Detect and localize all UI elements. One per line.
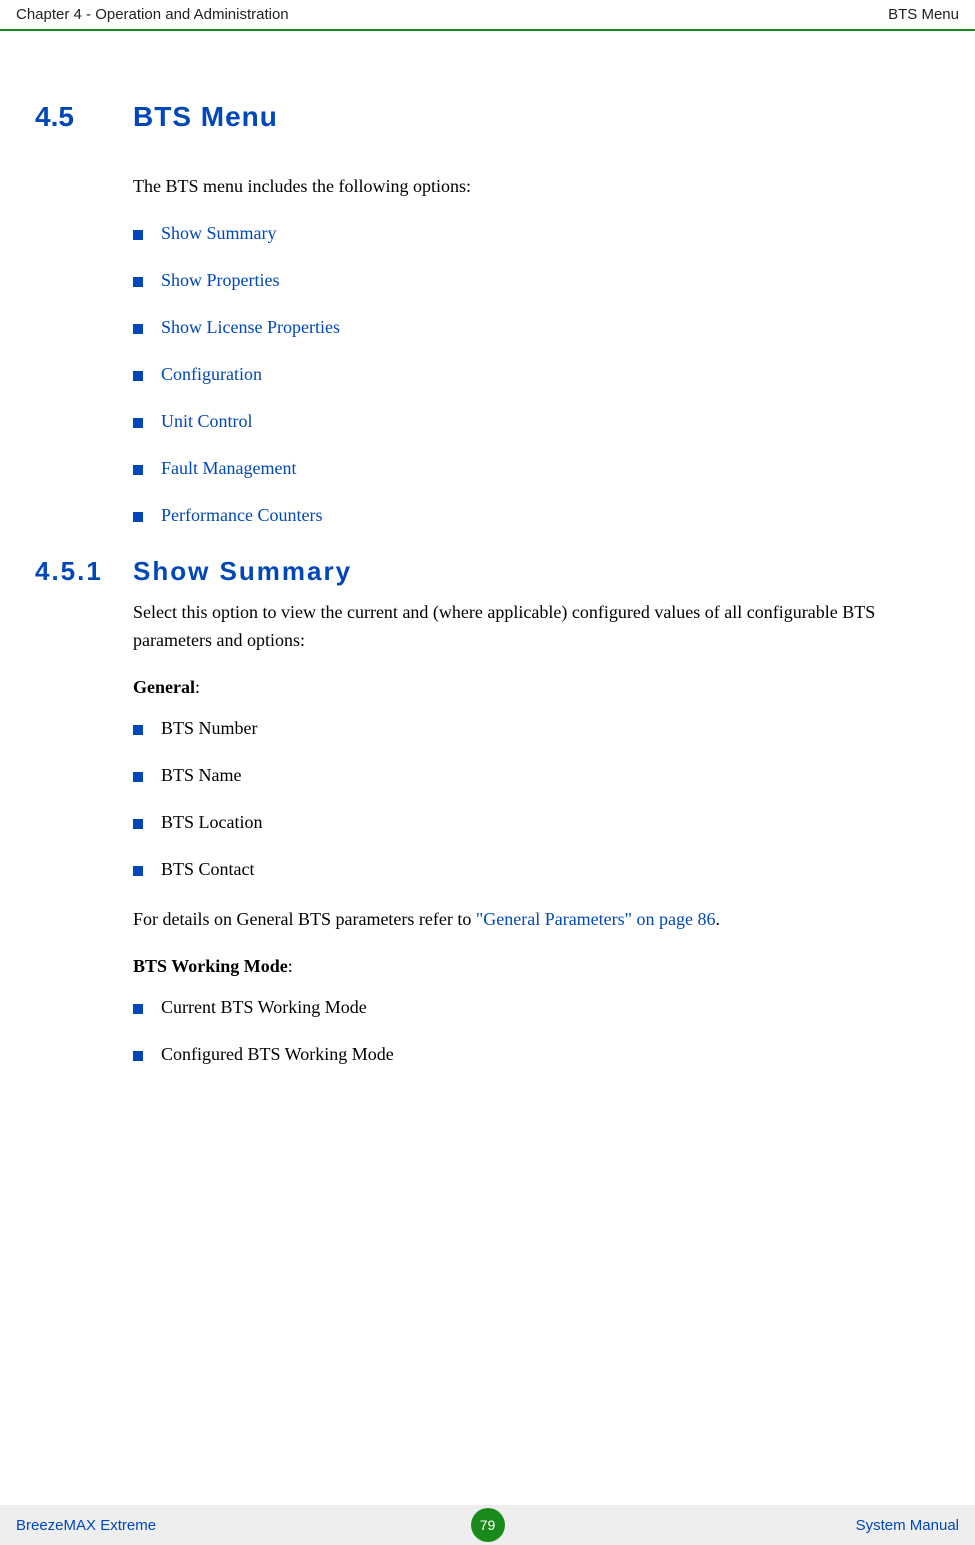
option-link[interactable]: Performance Counters (161, 505, 322, 526)
bullet-icon (133, 230, 143, 240)
subsection-title: Show Summary (133, 556, 352, 587)
list-item: BTS Number (133, 718, 940, 739)
section-number: 4.5 (35, 101, 133, 133)
page-content: 4.5 BTS Menu The BTS menu includes the f… (0, 31, 975, 1065)
option-link[interactable]: Show Summary (161, 223, 277, 244)
option-link[interactable]: Show Properties (161, 270, 280, 291)
list-item: Configuration (133, 364, 940, 385)
page-header: Chapter 4 - Operation and Administration… (0, 0, 975, 31)
general-item: BTS Location (161, 812, 263, 833)
general-item: BTS Contact (161, 859, 255, 880)
bullet-icon (133, 725, 143, 735)
general-cross-ref: For details on General BTS parameters re… (133, 906, 940, 934)
menu-options-list: Show Summary Show Properties Show Licens… (133, 223, 940, 526)
option-link[interactable]: Show License Properties (161, 317, 340, 338)
bullet-icon (133, 324, 143, 334)
list-item: BTS Location (133, 812, 940, 833)
general-list: BTS Number BTS Name BTS Location BTS Con… (133, 718, 940, 880)
list-item: Performance Counters (133, 505, 940, 526)
working-mode-list: Current BTS Working Mode Configured BTS … (133, 997, 940, 1065)
list-item: Fault Management (133, 458, 940, 479)
bullet-icon (133, 772, 143, 782)
working-mode-item: Configured BTS Working Mode (161, 1044, 394, 1065)
option-link[interactable]: Unit Control (161, 411, 253, 432)
bullet-icon (133, 1051, 143, 1061)
option-link[interactable]: Configuration (161, 364, 262, 385)
bullet-icon (133, 819, 143, 829)
list-item: Show Summary (133, 223, 940, 244)
section-heading: 4.5 BTS Menu (35, 101, 940, 133)
bullet-icon (133, 465, 143, 475)
footer-right: System Manual (856, 1517, 959, 1534)
list-item: Configured BTS Working Mode (133, 1044, 940, 1065)
bullet-icon (133, 866, 143, 876)
option-link[interactable]: Fault Management (161, 458, 296, 479)
list-item: Unit Control (133, 411, 940, 432)
bullet-icon (133, 512, 143, 522)
section-intro: The BTS menu includes the following opti… (133, 173, 940, 201)
bullet-icon (133, 371, 143, 381)
header-left: Chapter 4 - Operation and Administration (16, 6, 289, 23)
general-item: BTS Name (161, 765, 242, 786)
cross-reference-link[interactable]: "General Parameters" on page 86 (476, 909, 716, 929)
page-footer: BreezeMAX Extreme 79 System Manual (0, 1505, 975, 1545)
general-item: BTS Number (161, 718, 258, 739)
list-item: Current BTS Working Mode (133, 997, 940, 1018)
page-number-badge: 79 (471, 1508, 505, 1542)
footer-left: BreezeMAX Extreme (16, 1517, 156, 1534)
section-title: BTS Menu (133, 101, 278, 133)
header-right: BTS Menu (888, 6, 959, 23)
subsection-number: 4.5.1 (35, 556, 133, 587)
list-item: BTS Name (133, 765, 940, 786)
list-item: BTS Contact (133, 859, 940, 880)
bullet-icon (133, 277, 143, 287)
subsection-heading: 4.5.1 Show Summary (35, 556, 940, 587)
working-mode-heading: BTS Working Mode: (133, 956, 940, 977)
general-heading: General: (133, 677, 940, 698)
bullet-icon (133, 418, 143, 428)
list-item: Show License Properties (133, 317, 940, 338)
working-mode-item: Current BTS Working Mode (161, 997, 367, 1018)
subsection-intro: Select this option to view the current a… (133, 599, 940, 655)
list-item: Show Properties (133, 270, 940, 291)
bullet-icon (133, 1004, 143, 1014)
